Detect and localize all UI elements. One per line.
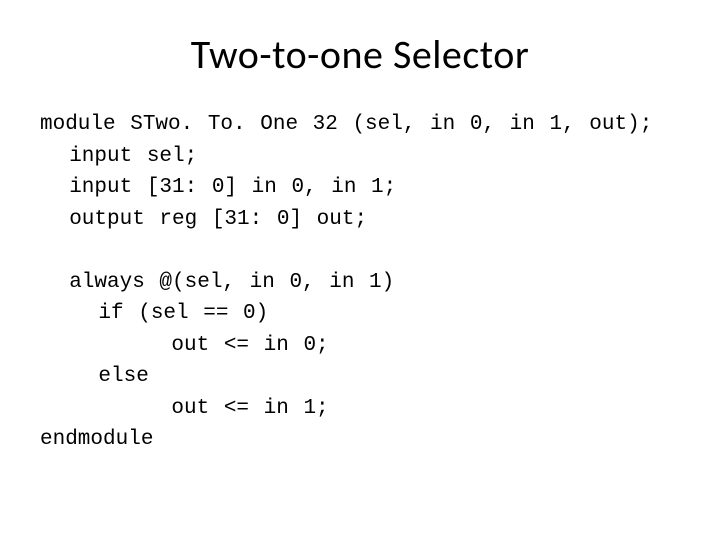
code-line: if (sel == 0) <box>40 302 268 325</box>
code-line: input sel; <box>40 145 197 168</box>
code-line: out <= in 0; <box>40 334 329 357</box>
code-line: endmodule <box>40 428 153 451</box>
slide-title: Two-to-one Selector <box>40 30 680 79</box>
code-line: input [31: 0] in 0, in 1; <box>40 176 396 199</box>
code-block: module STwo. To. One 32 (sel, in 0, in 1… <box>40 109 680 456</box>
code-line: always @(sel, in 0, in 1) <box>40 271 394 294</box>
code-line: output reg [31: 0] out; <box>40 208 367 231</box>
code-line: out <= in 1; <box>40 397 329 420</box>
slide: Two-to-one Selector module STwo. To. One… <box>0 0 720 540</box>
code-line: else <box>40 365 149 388</box>
code-line: module STwo. To. One 32 (sel, in 0, in 1… <box>40 113 652 136</box>
